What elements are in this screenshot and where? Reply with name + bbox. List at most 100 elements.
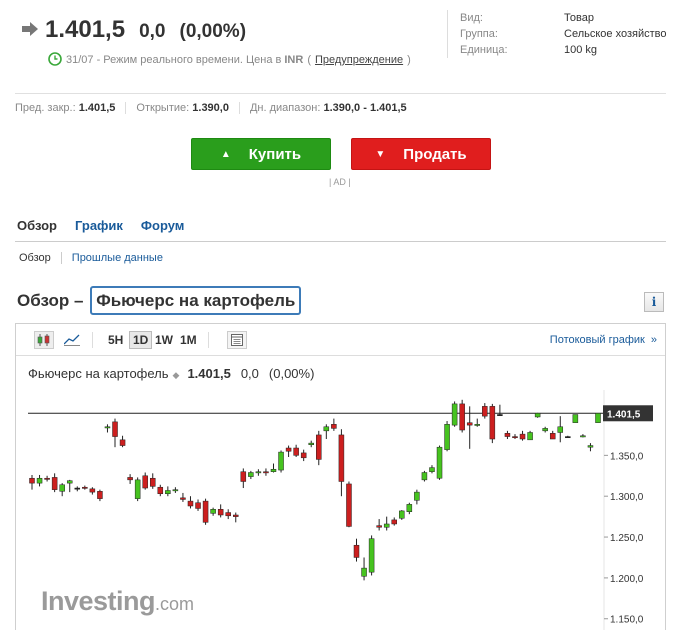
candle-body bbox=[248, 472, 254, 477]
candle-body bbox=[240, 471, 247, 482]
meta-row-group: Группа: Сельское хозяйство bbox=[460, 26, 667, 42]
candle-body bbox=[466, 422, 473, 426]
stat-prev-close: Пред. закр.: 1.401,5 bbox=[15, 102, 125, 114]
candle-body bbox=[474, 424, 481, 426]
candle-body bbox=[557, 426, 564, 433]
buy-label: Купить bbox=[248, 145, 302, 163]
candle-body bbox=[134, 479, 141, 499]
meta-value: 100 kg bbox=[564, 44, 598, 56]
chart-panel: 5H 1D 1W 1M Потоковый график» Фьючерс на… bbox=[15, 323, 666, 630]
candle-body bbox=[59, 484, 65, 492]
warning-link[interactable]: Предупреждение bbox=[315, 54, 403, 66]
candle-body bbox=[66, 480, 73, 484]
candle-body bbox=[29, 477, 35, 484]
paren-open: ( bbox=[307, 54, 311, 66]
ad-label: | AD | bbox=[329, 177, 351, 187]
last-price-tag-label: 1.401,5 bbox=[607, 409, 641, 420]
candle-body bbox=[595, 413, 601, 423]
candle-body bbox=[255, 471, 262, 474]
meta-row-type: Вид: Товар bbox=[460, 10, 667, 26]
candle-body bbox=[489, 406, 496, 440]
up-arrow-icon: ▲ bbox=[220, 148, 231, 160]
candle-body bbox=[149, 477, 156, 487]
candle-body bbox=[44, 477, 50, 480]
candle-body bbox=[451, 403, 458, 426]
subtab-overview[interactable]: Обзор bbox=[19, 252, 61, 264]
paren-close: ) bbox=[407, 54, 411, 66]
stat-label: Открытие: bbox=[136, 102, 190, 114]
tabs-divider bbox=[15, 241, 666, 242]
candle-body bbox=[263, 471, 269, 474]
y-tick-label: 1.350,0 bbox=[610, 451, 644, 462]
meta-value: Сельское хозяйство bbox=[564, 28, 667, 40]
candle-body bbox=[414, 491, 420, 501]
candle-body bbox=[376, 525, 382, 528]
meta-label: Вид: bbox=[460, 12, 483, 24]
candle-body bbox=[51, 477, 58, 490]
candle-body bbox=[512, 436, 518, 439]
tab-overview[interactable]: Обзор bbox=[17, 218, 57, 233]
candle-body bbox=[127, 477, 133, 481]
candle-body bbox=[504, 433, 511, 437]
candle-body bbox=[542, 428, 548, 432]
stat-value: 1.390,0 bbox=[192, 102, 229, 114]
meta-label: Единица: bbox=[460, 44, 508, 56]
stat-open: Открытие: 1.390,0 bbox=[125, 102, 239, 114]
logo-main: Investing bbox=[41, 586, 156, 616]
tab-forum[interactable]: Форум bbox=[141, 218, 184, 233]
tab-chart[interactable]: График bbox=[75, 218, 123, 233]
candle-body bbox=[534, 413, 541, 418]
candle-body bbox=[270, 468, 277, 472]
candle-body bbox=[436, 446, 443, 479]
candle-body bbox=[519, 433, 526, 440]
section-prefix: Обзор – bbox=[17, 291, 84, 310]
candle-body bbox=[36, 477, 43, 484]
candle-body bbox=[217, 509, 224, 516]
candle-body bbox=[119, 439, 126, 446]
candle-body bbox=[406, 504, 413, 512]
stat-label: Дн. диапазон: bbox=[249, 102, 321, 114]
stat-value: 1.390,0 - 1.401,5 bbox=[323, 102, 407, 114]
candle-body bbox=[89, 488, 96, 493]
sub-tabs: Обзор Прошлые данные bbox=[19, 252, 173, 264]
candle-body bbox=[157, 486, 164, 495]
info-button[interactable]: i bbox=[644, 292, 664, 312]
down-arrow-icon: ▼ bbox=[375, 148, 386, 160]
candle-body bbox=[361, 567, 367, 577]
price-chart[interactable]: 1.150,0 1.200,0 1.250,0 1.300,0 1.350,0 1.401… bbox=[16, 324, 665, 630]
y-tick-label: 1.250,0 bbox=[610, 533, 644, 544]
candle-body bbox=[104, 426, 111, 429]
candle-body bbox=[285, 447, 292, 452]
subtab-historical-data[interactable]: Прошлые данные bbox=[60, 252, 173, 264]
candle-body bbox=[82, 486, 88, 489]
candle-body bbox=[346, 483, 352, 527]
section-name: Фьючерс на картофель bbox=[90, 286, 302, 315]
investing-logo: Investing.com bbox=[41, 586, 194, 617]
candle-body bbox=[210, 509, 216, 514]
candle-body bbox=[142, 475, 148, 489]
candle-body bbox=[323, 426, 330, 432]
candle-body bbox=[165, 490, 171, 495]
buy-button[interactable]: ▲ Купить bbox=[191, 138, 331, 170]
section-title: Обзор – Фьючерс на картофель bbox=[17, 286, 302, 315]
meta-value: Товар bbox=[564, 12, 594, 24]
meta-label: Группа: bbox=[460, 28, 498, 40]
candle-body bbox=[187, 500, 194, 507]
price-change-percent: (0,00%) bbox=[179, 21, 247, 42]
candle-body bbox=[368, 538, 375, 573]
candle-body bbox=[580, 435, 586, 438]
divider bbox=[15, 93, 666, 94]
candle-body bbox=[429, 467, 435, 472]
sell-button[interactable]: ▼ Продать bbox=[351, 138, 491, 170]
sell-label: Продать bbox=[403, 145, 467, 163]
flat-arrow-icon bbox=[22, 22, 38, 36]
last-price: 1.401,5 bbox=[45, 16, 126, 43]
candle-body bbox=[195, 502, 201, 509]
candle-body bbox=[549, 433, 556, 440]
candle-body bbox=[444, 424, 450, 450]
candle-body bbox=[112, 421, 118, 437]
candle-body bbox=[338, 434, 345, 482]
stat-day-range: Дн. диапазон: 1.390,0 - 1.401,5 bbox=[238, 102, 417, 114]
candle-body bbox=[293, 447, 299, 456]
quote-stats: Пред. закр.: 1.401,5 Открытие: 1.390,0 Д… bbox=[15, 102, 417, 114]
